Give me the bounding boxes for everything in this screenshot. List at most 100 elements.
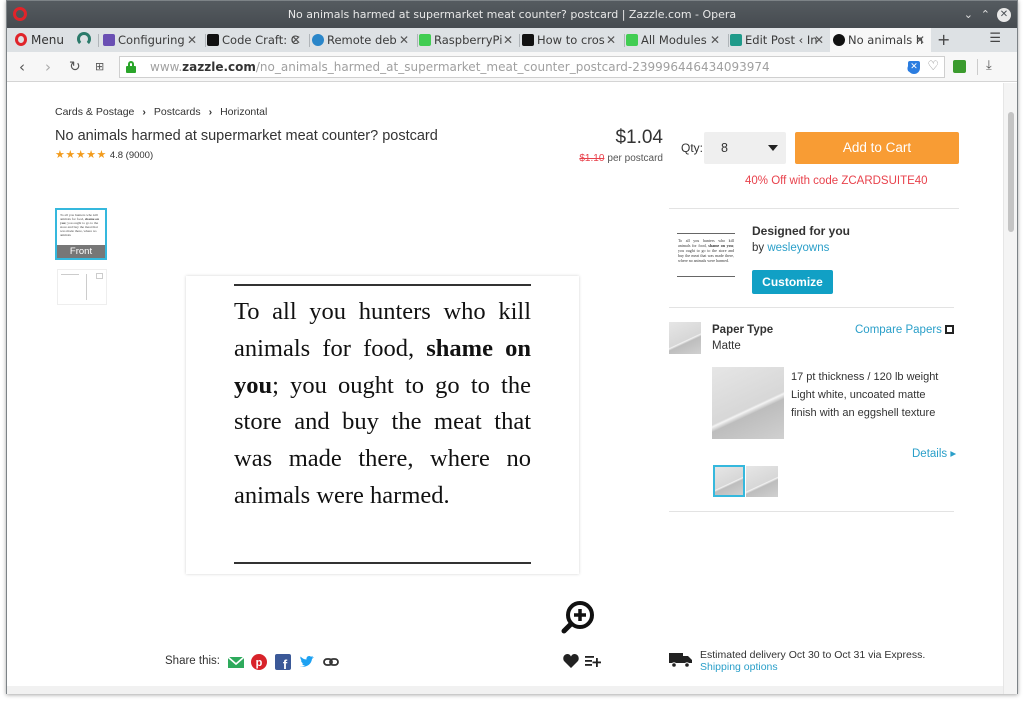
forward-button[interactable]: ›	[45, 52, 51, 82]
tab-bar: Menu Configuring ✕ Code Craft: C ✕ Remote …	[7, 28, 1017, 52]
window-title: No animals harmed at supermarket meat co…	[287, 8, 737, 21]
tab-separator	[309, 34, 310, 47]
tab-configuring[interactable]: Configuring ✕	[103, 28, 203, 52]
url-field[interactable]: www.zazzle.com/no_animals_harmed_at_supe…	[119, 56, 945, 78]
reload-button[interactable]: ↻	[69, 52, 81, 82]
delivery-info: Estimated delivery Oct 30 to Oct 31 via …	[700, 649, 925, 673]
designed-for-you-title: Designed for you	[752, 224, 851, 238]
maximize-button[interactable]: ⌃	[981, 1, 990, 28]
minimize-button[interactable]: ⌄	[964, 1, 973, 28]
thumbnail-front[interactable]: To all you hunters who kill animals for …	[55, 208, 107, 260]
svg-text:f: f	[283, 657, 288, 670]
tab-raspberrypi[interactable]: RaspberryPi ✕	[419, 28, 519, 52]
close-window-button[interactable]: ✕	[997, 8, 1011, 22]
heart-favorite-icon[interactable]	[563, 654, 579, 668]
tab-all-modules[interactable]: All Modules ✕	[626, 28, 726, 52]
delivery-estimate: Estimated delivery Oct 30 to Oct 31 via …	[700, 649, 926, 661]
tab-separator	[205, 34, 206, 47]
add-to-list-icon[interactable]	[585, 654, 602, 668]
tab-no-animals[interactable]: No animals h ✕	[830, 28, 931, 52]
close-tab-icon[interactable]: ✕	[710, 28, 720, 52]
close-tab-icon[interactable]: ✕	[291, 28, 301, 52]
facebook-share-icon[interactable]: f	[275, 654, 291, 670]
breadcrumb-horizontal[interactable]: Horizontal	[220, 106, 267, 118]
wordpress-icon	[312, 34, 324, 46]
breadcrumb: Cards & Postage › Postcards › Horizontal	[55, 106, 267, 118]
popup-window-icon	[944, 325, 954, 334]
paper-option[interactable]	[746, 466, 778, 497]
tab-separator	[519, 34, 520, 47]
old-price: $1.10 per postcard	[579, 153, 663, 164]
skull-icon	[207, 34, 219, 46]
twitter-share-icon[interactable]	[299, 654, 315, 670]
review-count: (9000)	[125, 150, 154, 161]
close-tab-icon[interactable]: ✕	[606, 28, 616, 52]
opera-menu-button[interactable]: Menu	[15, 28, 64, 52]
opera-logo-icon	[13, 7, 27, 21]
chevron-right-icon: ›	[208, 106, 213, 118]
quantity-select[interactable]: 8	[704, 132, 786, 164]
browser-window: No animals harmed at supermarket meat co…	[6, 0, 1018, 694]
ia-icon	[730, 34, 742, 46]
tab-menu-icon[interactable]: ☰	[989, 31, 1001, 46]
front-label: Front	[57, 245, 105, 258]
product-title: No animals harmed at supermarket meat co…	[55, 128, 438, 144]
tab-separator	[417, 34, 418, 47]
tab-how-to-cross[interactable]: How to cros ✕	[522, 28, 622, 52]
bottom-rule	[234, 562, 531, 564]
shipping-options-link[interactable]: Shipping options	[700, 661, 925, 673]
pinterest-share-icon[interactable]: p	[251, 654, 267, 670]
postcard-preview: To all you hunters who kill animals for …	[186, 276, 579, 574]
close-tab-icon[interactable]: ✕	[915, 28, 925, 52]
tab-edit-post[interactable]: Edit Post ‹ In ✕	[730, 28, 830, 52]
designer-link[interactable]: wesleyowns	[767, 242, 829, 254]
stamp-icon	[96, 273, 103, 279]
caret-down-icon	[768, 145, 778, 151]
zoom-in-icon[interactable]	[560, 599, 594, 637]
speed-dial-grid-icon[interactable]: ⊞	[95, 52, 104, 82]
product-rating[interactable]: ★★★★★ 4.8 (9000)	[55, 148, 153, 161]
extension-icon[interactable]	[953, 60, 966, 73]
footer-strip	[7, 686, 1003, 694]
paper-texture-image	[712, 367, 784, 439]
opera-icon	[15, 33, 27, 46]
close-tab-icon[interactable]: ✕	[814, 28, 824, 52]
close-tab-icon[interactable]: ✕	[187, 28, 197, 52]
speed-dial-icon[interactable]	[77, 32, 91, 46]
breadcrumb-postcards[interactable]: Postcards	[154, 106, 201, 118]
designer-credit: by wesleyowns	[752, 242, 830, 254]
rating-value: 4.8	[109, 150, 124, 161]
close-tab-icon[interactable]: ✕	[503, 28, 513, 52]
compare-papers-link[interactable]: Compare Papers	[855, 324, 954, 336]
copy-link-icon[interactable]	[323, 654, 339, 670]
email-share-icon[interactable]	[228, 654, 244, 670]
customize-button[interactable]: Customize	[752, 270, 833, 294]
scrollbar-thumb[interactable]	[1008, 112, 1014, 232]
top-rule	[234, 284, 531, 286]
favorite-actions	[563, 654, 602, 673]
paper-description: 17 pt thickness / 120 lb weight Light wh…	[791, 371, 939, 419]
new-tab-button[interactable]: +	[937, 28, 950, 52]
download-icon[interactable]: ⤓	[986, 57, 992, 73]
divider	[669, 307, 954, 308]
paper-type-title: Paper Type	[712, 324, 774, 336]
adblock-shield-icon[interactable]: ✕	[908, 61, 920, 74]
svg-text:p: p	[256, 657, 263, 669]
paper-option-selected[interactable]	[713, 465, 745, 497]
close-tab-icon[interactable]: ✕	[399, 28, 409, 52]
tab-remote-debug[interactable]: Remote deb ✕	[312, 28, 415, 52]
qty-value: 8	[721, 141, 728, 155]
thumbnail-back[interactable]	[57, 269, 107, 305]
price-unit: per postcard	[607, 153, 663, 164]
back-button[interactable]: ‹	[19, 52, 25, 82]
add-to-cart-button[interactable]: Add to Cart	[795, 132, 959, 164]
divider	[669, 208, 959, 209]
breadcrumb-cards-postage[interactable]: Cards & Postage	[55, 106, 134, 118]
toolbar-separator	[977, 59, 978, 75]
bookmark-heart-icon[interactable]: ♡	[927, 57, 939, 77]
tab-code-craft[interactable]: Code Craft: C ✕	[207, 28, 307, 52]
vertical-scrollbar[interactable]	[1003, 83, 1017, 694]
details-link[interactable]: Details ▸	[912, 446, 956, 460]
qty-label: Qty:	[681, 141, 704, 155]
delivery-truck-icon	[669, 653, 692, 668]
